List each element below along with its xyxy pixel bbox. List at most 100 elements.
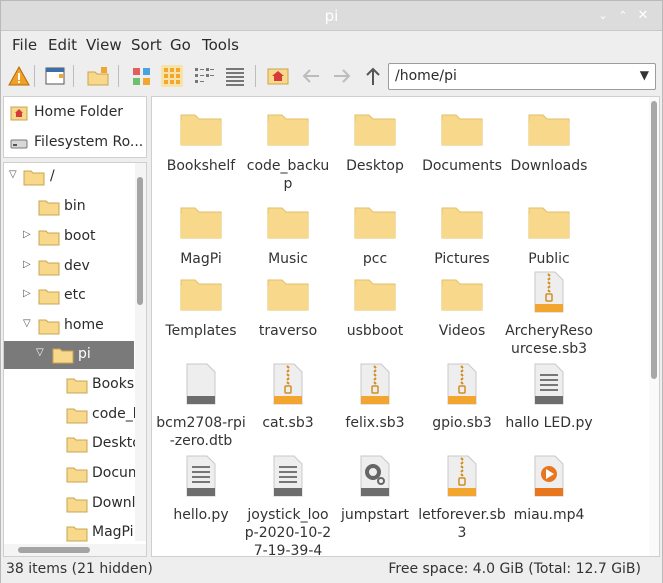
expand-icon[interactable]: ▷	[23, 259, 31, 270]
tree-node-desktop[interactable]: Deskto	[4, 430, 141, 458]
home-icon[interactable]	[267, 65, 289, 87]
tree-label: home	[64, 317, 104, 333]
expand-icon[interactable]: ▷	[23, 288, 31, 299]
icon-view-icon[interactable]	[161, 65, 183, 87]
file-item[interactable]: Videos	[417, 270, 507, 350]
item-count: 38 items (21 hidden)	[6, 561, 153, 577]
file-item[interactable]: joystick_loop-2020-10-27-19-39-42...	[243, 454, 333, 556]
folder-icon	[179, 105, 223, 149]
file-item[interactable]: letforever.sb3	[417, 454, 507, 541]
archive-icon	[527, 270, 571, 314]
path-input[interactable]	[395, 68, 620, 84]
folder-icon	[527, 198, 571, 242]
list-view-icon[interactable]	[224, 65, 246, 87]
scrollbar-thumb[interactable]	[137, 177, 143, 305]
folder-icon	[38, 287, 60, 305]
file-item[interactable]: jumpstart	[330, 454, 420, 534]
tree-node-bookshelf[interactable]: Books	[4, 371, 134, 399]
file-item[interactable]: hallo LED.py	[504, 362, 594, 442]
directory-tree: ▽ / bin ▷ boot ▷ dev ▷ etc ▽ home ▽ pi B…	[3, 162, 147, 557]
path-bar[interactable]: ▼	[388, 63, 656, 90]
maximize-icon[interactable]: ⌃	[615, 8, 631, 24]
menu-edit[interactable]: Edit	[48, 36, 77, 54]
collapse-icon[interactable]: ▽	[36, 347, 44, 358]
window-title: pi	[324, 7, 339, 25]
tree-node-root[interactable]: ▽ /	[4, 163, 134, 191]
place-filesystem-root[interactable]: Filesystem Ro...	[10, 132, 144, 154]
file-item[interactable]: traverso	[243, 270, 333, 350]
tree-node-magpi[interactable]: MagPi	[4, 519, 134, 547]
file-item[interactable]: Desktop	[330, 105, 420, 185]
collapse-icon[interactable]: ▽	[9, 169, 17, 180]
folder-icon	[266, 198, 310, 242]
file-item[interactable]: Music	[243, 198, 333, 278]
tree-node-home[interactable]: ▽ home	[4, 312, 134, 340]
file-view-scrollbar[interactable]	[649, 97, 659, 556]
back-icon[interactable]	[300, 65, 322, 87]
file-item[interactable]: ArcheryResourcese.sb3	[504, 270, 594, 357]
file-item[interactable]: Pictures	[417, 198, 507, 278]
executable-icon	[353, 454, 397, 498]
places-list: Home Folder Filesystem Ro...	[3, 96, 147, 158]
compact-view-icon[interactable]	[193, 65, 215, 87]
tree-label: MagPi	[92, 524, 134, 540]
scrollbar-thumb[interactable]	[18, 547, 90, 553]
title-bar[interactable]: pi ⌄ ⌃ ✕	[1, 1, 662, 31]
file-item[interactable]: Templates	[156, 270, 246, 350]
file-item[interactable]: hello.py	[156, 454, 246, 534]
thumbnail-view-icon[interactable]	[131, 65, 153, 87]
file-item[interactable]: Bookshelf	[156, 105, 246, 185]
folder-icon	[440, 198, 484, 242]
folder-icon	[38, 228, 60, 246]
menu-bar: File Edit View Sort Go Tools	[1, 32, 662, 57]
menu-go[interactable]: Go	[170, 36, 191, 54]
file-item[interactable]: Documents	[417, 105, 507, 185]
archive-icon	[353, 362, 397, 406]
file-name: ArcheryResourcese.sb3	[505, 323, 593, 357]
file-name: Music	[268, 251, 308, 267]
file-item[interactable]: pcc	[330, 198, 420, 278]
close-icon[interactable]: ✕	[635, 8, 651, 24]
tree-vertical-scrollbar[interactable]	[135, 163, 146, 541]
tree-node-dev[interactable]: ▷ dev	[4, 253, 134, 281]
tree-node-downloads[interactable]: Downl	[4, 490, 136, 518]
new-tab-icon[interactable]	[87, 65, 109, 87]
menu-tools[interactable]: Tools	[202, 36, 239, 54]
file-item[interactable]: miau.mp4	[504, 454, 594, 534]
place-home-folder[interactable]: Home Folder	[10, 102, 144, 124]
forward-icon[interactable]	[331, 65, 353, 87]
new-window-icon[interactable]	[44, 65, 66, 87]
path-dropdown-icon[interactable]: ▼	[640, 68, 649, 82]
menu-sort[interactable]: Sort	[131, 36, 162, 54]
file-item[interactable]: usbboot	[330, 270, 420, 350]
folder-icon	[66, 376, 88, 394]
file-item[interactable]: cat.sb3	[243, 362, 333, 442]
tree-node-etc[interactable]: ▷ etc	[4, 282, 134, 310]
file-item[interactable]: Public	[504, 198, 594, 278]
menu-view[interactable]: View	[86, 36, 122, 54]
folder-icon	[266, 105, 310, 149]
file-name: joystick_loop-2020-10-27-19-39-42...	[244, 507, 332, 557]
menu-file[interactable]: File	[12, 36, 37, 54]
tree-node-boot[interactable]: ▷ boot	[4, 223, 134, 251]
file-item[interactable]: Downloads	[504, 105, 594, 185]
file-item[interactable]: gpio.sb3	[417, 362, 507, 442]
file-item[interactable]: MagPi	[156, 198, 246, 278]
tree-horizontal-scrollbar[interactable]	[4, 544, 146, 556]
expand-icon[interactable]: ▷	[23, 229, 31, 240]
tree-node-code-backup[interactable]: code_b	[4, 401, 142, 429]
tree-label: Deskto	[92, 435, 141, 451]
up-icon[interactable]	[362, 65, 384, 87]
file-item[interactable]: code_backup	[243, 105, 333, 192]
file-item[interactable]: felix.sb3	[330, 362, 420, 442]
file-item[interactable]: bcm2708-rpi-zero.dtb	[156, 362, 246, 449]
collapse-icon[interactable]: ▽	[23, 318, 31, 329]
file-name: pcc	[362, 251, 388, 267]
minimize-icon[interactable]: ⌄	[595, 8, 611, 24]
tree-node-pi[interactable]: ▽ pi	[4, 341, 134, 369]
tree-node-bin[interactable]: bin	[4, 193, 134, 221]
warning-icon[interactable]	[8, 65, 30, 87]
file-name: usbboot	[346, 323, 404, 339]
scrollbar-thumb[interactable]	[651, 101, 657, 379]
tree-node-documents[interactable]: Docum	[4, 460, 142, 488]
